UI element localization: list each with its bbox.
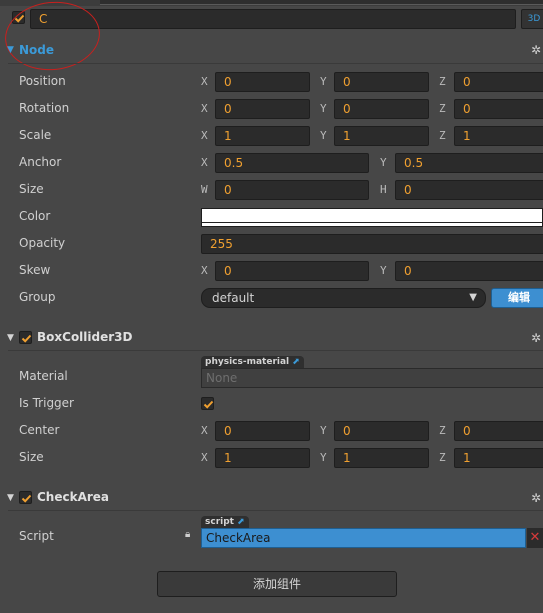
- section-divider: [8, 350, 543, 351]
- collider-size-y-input[interactable]: 1: [334, 448, 429, 468]
- anchor-y-input[interactable]: 0.5: [395, 153, 543, 173]
- boxcollider-enabled-checkbox[interactable]: [19, 331, 32, 344]
- axis-z-label[interactable]: Z: [439, 102, 446, 115]
- center-y-input[interactable]: 0: [334, 421, 429, 441]
- axis-y-label[interactable]: Y: [320, 102, 327, 115]
- skew-label: Skew: [19, 263, 51, 277]
- axis-x-label[interactable]: X: [201, 102, 208, 115]
- axis-x-label[interactable]: X: [201, 424, 208, 437]
- scale-label: Scale: [19, 128, 52, 142]
- gear-icon[interactable]: ✲: [531, 491, 541, 505]
- boxcollider-section-title[interactable]: BoxCollider3D: [37, 330, 132, 344]
- rotation-x-input[interactable]: 0: [215, 99, 310, 119]
- checkarea-section-title[interactable]: CheckArea: [37, 490, 109, 504]
- tab-edge: [100, 0, 543, 5]
- collapse-triangle-icon[interactable]: ▼: [7, 45, 14, 55]
- checkmark-icon: [203, 400, 214, 409]
- node-section-title[interactable]: Node: [19, 43, 54, 57]
- asset-type-tag: script ⬈: [201, 516, 249, 528]
- material-label: Material: [19, 369, 68, 383]
- checkmark-icon: [21, 334, 32, 343]
- axis-y-label[interactable]: Y: [380, 264, 387, 277]
- axis-y-label[interactable]: Y: [320, 129, 327, 142]
- asset-type-label: script: [205, 517, 234, 527]
- gear-icon[interactable]: ✲: [531, 331, 541, 345]
- rotation-z-input[interactable]: 0: [454, 99, 543, 119]
- opacity-label: Opacity: [19, 236, 66, 250]
- alpha-bar: [202, 222, 542, 226]
- asset-type-label: physics-material: [205, 357, 290, 367]
- position-y-input[interactable]: 0: [334, 72, 429, 92]
- script-label: Script: [19, 529, 54, 543]
- axis-z-label[interactable]: Z: [439, 424, 446, 437]
- position-label: Position: [19, 74, 66, 88]
- collapse-triangle-icon[interactable]: ▼: [7, 493, 14, 503]
- axis-x-label[interactable]: X: [201, 451, 208, 464]
- axis-x-label[interactable]: X: [201, 156, 208, 169]
- axis-z-label[interactable]: Z: [439, 75, 446, 88]
- skew-y-input[interactable]: 0: [395, 261, 543, 281]
- is-trigger-label: Is Trigger: [19, 396, 74, 410]
- top-tab-strip: [0, 0, 543, 6]
- group-label: Group: [19, 290, 56, 304]
- open-external-icon[interactable]: ⬈: [237, 517, 245, 527]
- collider-size-x-input[interactable]: 1: [215, 448, 310, 468]
- center-x-input[interactable]: 0: [215, 421, 310, 441]
- anchor-x-input[interactable]: 0.5: [215, 153, 369, 173]
- section-divider: [8, 510, 543, 511]
- rotation-label: Rotation: [19, 101, 70, 115]
- axis-w-label[interactable]: W: [201, 183, 208, 196]
- section-divider: [8, 63, 543, 64]
- size-w-input[interactable]: 0: [215, 180, 369, 200]
- gear-icon[interactable]: ✲: [531, 43, 541, 57]
- axis-x-label[interactable]: X: [201, 129, 208, 142]
- anchor-label: Anchor: [19, 155, 62, 169]
- toggle-3d-button[interactable]: 3D: [521, 9, 543, 29]
- material-asset-field[interactable]: None: [201, 368, 543, 388]
- position-z-input[interactable]: 0: [454, 72, 543, 92]
- is-trigger-checkbox[interactable]: [201, 397, 214, 410]
- size-h-input[interactable]: 0: [395, 180, 543, 200]
- checkarea-enabled-checkbox[interactable]: [19, 491, 32, 504]
- color-label: Color: [19, 209, 51, 223]
- scale-z-input[interactable]: 1: [454, 126, 543, 146]
- opacity-input[interactable]: 255: [201, 234, 543, 254]
- axis-x-label[interactable]: X: [201, 75, 208, 88]
- axis-h-label[interactable]: H: [380, 183, 387, 196]
- size-label: Size: [19, 182, 44, 196]
- axis-x-label[interactable]: X: [201, 264, 208, 277]
- remove-icon[interactable]: ✕: [527, 528, 543, 548]
- center-z-input[interactable]: 0: [454, 421, 543, 441]
- group-edit-button[interactable]: 编辑: [491, 288, 543, 308]
- add-component-button[interactable]: 添加组件: [157, 571, 397, 597]
- axis-y-label[interactable]: Y: [320, 75, 327, 88]
- lock-icon: 🔒︎: [185, 529, 191, 540]
- rotation-y-input[interactable]: 0: [334, 99, 429, 119]
- open-external-icon[interactable]: ⬈: [292, 357, 300, 367]
- scale-y-input[interactable]: 1: [334, 126, 429, 146]
- collider-size-z-input[interactable]: 1: [454, 448, 543, 468]
- group-select[interactable]: default ▼: [201, 288, 486, 308]
- node-name-input[interactable]: C: [30, 9, 516, 29]
- scale-x-input[interactable]: 1: [215, 126, 310, 146]
- axis-z-label[interactable]: Z: [439, 129, 446, 142]
- center-label: Center: [19, 423, 60, 437]
- axis-z-label[interactable]: Z: [439, 451, 446, 464]
- position-x-input[interactable]: 0: [215, 72, 310, 92]
- axis-y-label[interactable]: Y: [380, 156, 387, 169]
- axis-y-label[interactable]: Y: [320, 451, 327, 464]
- checkmark-icon: [21, 494, 32, 503]
- script-asset-field[interactable]: CheckArea: [201, 528, 526, 548]
- asset-type-tag: physics-material ⬈: [201, 356, 304, 368]
- dropdown-caret-icon: ▼: [469, 292, 477, 303]
- axis-y-label[interactable]: Y: [320, 424, 327, 437]
- collapse-triangle-icon[interactable]: ▼: [7, 333, 14, 343]
- collider-size-label: Size: [19, 450, 44, 464]
- skew-x-input[interactable]: 0: [215, 261, 369, 281]
- group-select-value: default: [212, 291, 255, 305]
- color-picker-swatch[interactable]: [201, 208, 543, 227]
